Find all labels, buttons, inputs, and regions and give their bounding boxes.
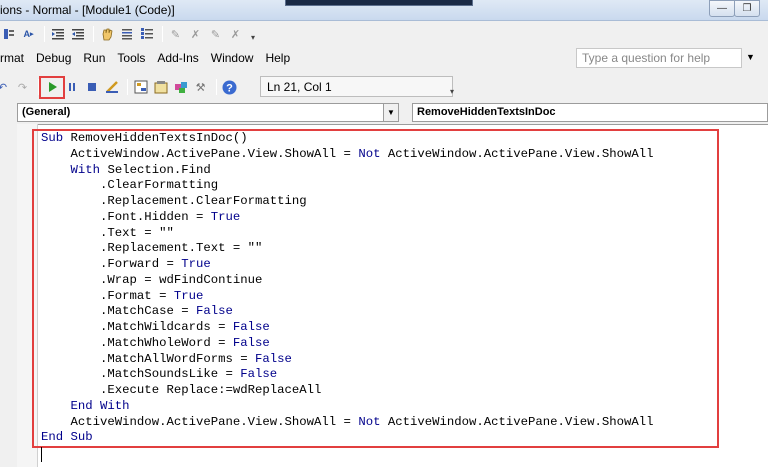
clear-bookmarks-icon[interactable]: ✗ — [227, 26, 244, 43]
toolbox-icon[interactable]: ⚒ — [192, 79, 209, 96]
next-bookmark-icon[interactable]: ✗ — [187, 26, 204, 43]
separator — [44, 26, 45, 42]
properties-icon[interactable] — [152, 79, 169, 96]
minimize-icon: — — [717, 3, 727, 14]
svg-text:?: ? — [226, 82, 233, 94]
help-search-input[interactable]: Type a question for help — [576, 48, 742, 68]
paragraph-icon[interactable] — [0, 26, 17, 43]
object-combo[interactable]: (General) — [17, 103, 384, 122]
formatting-toolbar: A ▸ ✎ ✗ ✎ ✗ ▾ — [0, 22, 257, 46]
window-title: ions - Normal - [Module1 (Code)] — [0, 3, 175, 17]
bookmark-toggle-icon[interactable]: ✎ — [167, 26, 184, 43]
procedure-combo[interactable]: RemoveHiddenTextsInDoc — [412, 103, 768, 122]
toolbar-grip[interactable]: ▾ — [249, 26, 257, 42]
title-bar: ions - Normal - [Module1 (Code)] — ❐ — [0, 0, 768, 21]
menu-addins[interactable]: Add-Ins — [151, 51, 204, 65]
separator — [93, 26, 94, 42]
restore-icon: ❐ — [742, 3, 752, 14]
indent-icon[interactable] — [49, 26, 66, 43]
list-icon[interactable] — [118, 26, 135, 43]
menu-bar: rmat Debug Run Tools Add-Ins Window Help — [0, 48, 296, 68]
toolbar-grip[interactable]: ▾ — [448, 80, 456, 96]
run-button-highlight — [39, 76, 65, 99]
code-highlight — [32, 129, 719, 448]
menu-debug[interactable]: Debug — [30, 51, 77, 65]
text-cursor — [41, 447, 42, 462]
prev-bookmark-icon[interactable]: ✎ — [207, 26, 224, 43]
help-icon[interactable]: ? — [221, 79, 238, 96]
menu-help[interactable]: Help — [259, 51, 296, 65]
menu-format[interactable]: rmat — [0, 51, 30, 65]
design-mode-icon[interactable] — [103, 79, 120, 96]
redo-icon[interactable]: ↷ — [14, 79, 31, 96]
minimize-button[interactable]: — — [709, 0, 735, 17]
chevron-down-icon[interactable]: ▼ — [383, 103, 399, 122]
separator — [127, 79, 128, 95]
break-icon[interactable] — [63, 79, 80, 96]
restore-button[interactable]: ❐ — [734, 0, 760, 17]
separator — [216, 79, 217, 95]
standard-toolbar: ↶ ↷ ⚒ ? — [0, 75, 241, 99]
outdent-icon[interactable] — [69, 26, 86, 43]
menu-window[interactable]: Window — [205, 51, 260, 65]
reset-icon[interactable] — [83, 79, 100, 96]
project-explorer-icon[interactable] — [132, 79, 149, 96]
separator — [162, 26, 163, 42]
title-overlay — [285, 0, 473, 6]
menu-tools[interactable]: Tools — [111, 51, 151, 65]
font-size-icon[interactable]: A ▸ — [20, 26, 37, 43]
object-browser-icon[interactable] — [172, 79, 189, 96]
menu-run[interactable]: Run — [77, 51, 111, 65]
cursor-position: Ln 21, Col 1 — [260, 76, 453, 97]
numbered-list-icon[interactable] — [138, 26, 155, 43]
undo-icon[interactable]: ↶ — [0, 79, 11, 96]
chevron-down-icon[interactable]: ▼ — [746, 52, 755, 62]
hand-icon[interactable] — [98, 26, 115, 43]
